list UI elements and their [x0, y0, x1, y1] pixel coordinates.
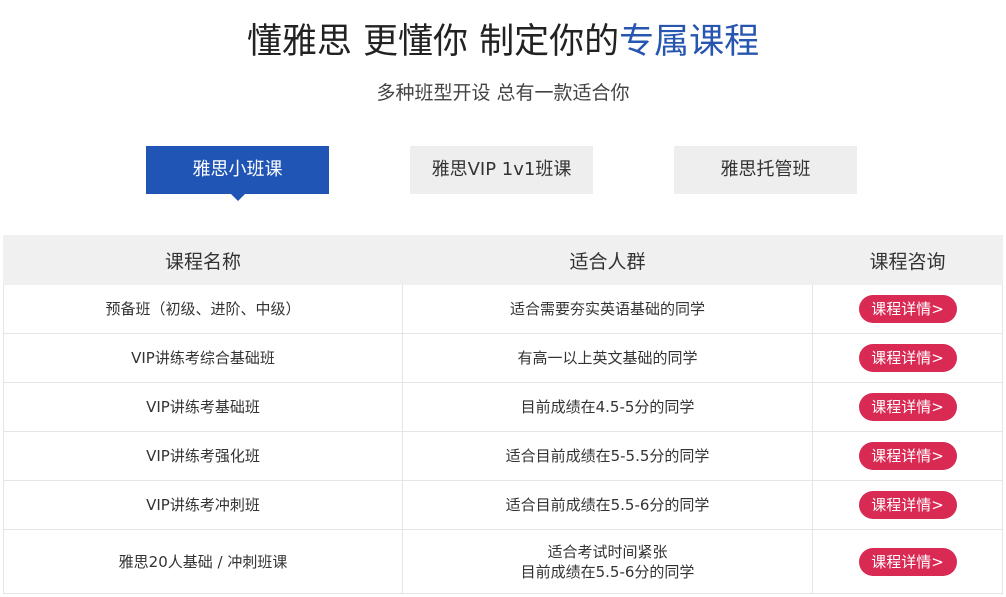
audience-cell: 有高一以上英文基础的同学 [402, 333, 813, 383]
course-name-cell: VIP讲练考综合基础班 [3, 333, 403, 383]
consult-cell: 课程详情> [812, 382, 1003, 432]
audience-cell: 适合目前成绩在5-5.5分的同学 [402, 431, 813, 481]
table-row: VIP讲练考综合基础班 有高一以上英文基础的同学 课程详情> [3, 333, 1003, 383]
course-details-button[interactable]: 课程详情> [858, 547, 957, 576]
course-details-button[interactable]: 课程详情> [858, 344, 957, 372]
course-name-cell: VIP讲练考强化班 [3, 431, 403, 481]
page-title-main: 懂雅思 更懂你 制定你的 [246, 22, 620, 62]
table-row: 预备班（初级、进阶、中级） 适合需要夯实英语基础的同学 课程详情> [3, 284, 1003, 334]
table-row: 雅思20人基础 / 冲刺班课 适合考试时间紧张 目前成绩在5.5-6分的同学 课… [3, 529, 1003, 594]
audience-cell: 适合需要夯实英语基础的同学 [402, 284, 813, 334]
course-name-cell: VIP讲练考基础班 [3, 382, 403, 432]
column-header-consult: 课程咨询 [812, 235, 1003, 285]
consult-cell: 课程详情> [812, 284, 1003, 334]
tab-small-class[interactable]: 雅思小班课 [146, 146, 329, 201]
course-name-cell: 预备班（初级、进阶、中级） [3, 284, 403, 334]
consult-cell: 课程详情> [812, 529, 1003, 594]
table-row: VIP讲练考冲刺班 适合目前成绩在5.5-6分的同学 课程详情> [3, 480, 1003, 530]
table-header-row: 课程名称 适合人群 课程咨询 [3, 235, 1003, 285]
page-title-accent: 专属课程 [619, 22, 760, 62]
table-row: VIP讲练考基础班 目前成绩在4.5-5分的同学 课程详情> [3, 382, 1003, 432]
audience-line: 适合考试时间紧张 [547, 542, 668, 561]
course-details-button[interactable]: 课程详情> [858, 491, 957, 519]
course-table: 课程名称 适合人群 课程咨询 预备班（初级、进阶、中级） 适合需要夯实英语基础的… [3, 235, 1003, 594]
course-tabs: 雅思小班课 雅思VIP 1v1班课 雅思托管班 [0, 146, 1006, 206]
page-subtitle: 多种班型开设 总有一款适合你 [376, 82, 630, 104]
consult-cell: 课程详情> [812, 480, 1003, 530]
course-table-container: 课程名称 适合人群 课程咨询 预备班（初级、进阶、中级） 适合需要夯实英语基础的… [3, 235, 1003, 594]
course-name-cell: 雅思20人基础 / 冲刺班课 [3, 529, 403, 594]
audience-cell: 适合考试时间紧张 目前成绩在5.5-6分的同学 [402, 529, 813, 594]
page-title: 懂雅思 更懂你 制定你的专属课程 [0, 14, 1006, 70]
consult-cell: 课程详情> [812, 431, 1003, 481]
column-header-course-name: 课程名称 [3, 235, 403, 285]
table-row: VIP讲练考强化班 适合目前成绩在5-5.5分的同学 课程详情> [3, 431, 1003, 481]
course-name-cell: VIP讲练考冲刺班 [3, 480, 403, 530]
audience-cell: 适合目前成绩在5.5-6分的同学 [402, 480, 813, 530]
audience-cell: 目前成绩在4.5-5分的同学 [402, 382, 813, 432]
course-details-button[interactable]: 课程详情> [858, 393, 957, 421]
consult-cell: 课程详情> [812, 333, 1003, 383]
audience-line: 目前成绩在5.5-6分的同学 [520, 562, 695, 581]
course-details-button[interactable]: 课程详情> [858, 442, 957, 470]
tab-vip-1v1[interactable]: 雅思VIP 1v1班课 [410, 146, 593, 194]
course-details-button[interactable]: 课程详情> [858, 295, 957, 323]
column-header-audience: 适合人群 [402, 235, 813, 285]
tab-custody-class[interactable]: 雅思托管班 [674, 146, 857, 194]
